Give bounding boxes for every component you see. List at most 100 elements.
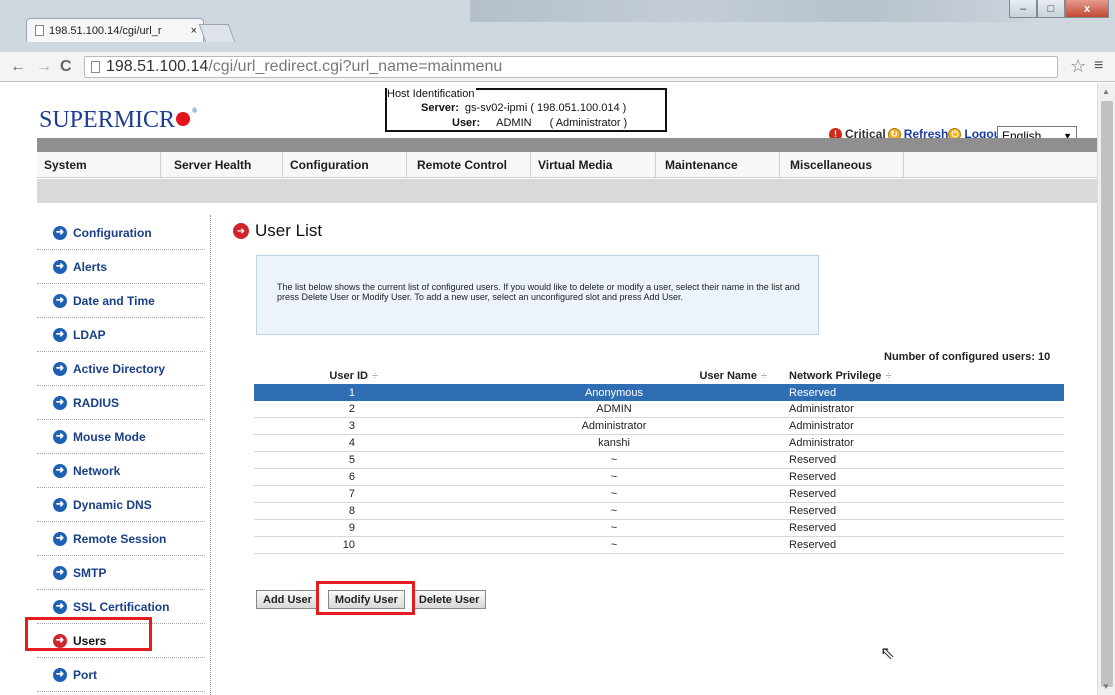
- cell-user-name: kanshi: [598, 437, 630, 449]
- cell-user-name: Administrator: [581, 420, 647, 432]
- col-label: Network Privilege: [789, 370, 882, 382]
- sidebar-item-port[interactable]: ➜ Port: [37, 658, 205, 692]
- tab-title: 198.51.100.14/cgi/url_r: [49, 24, 162, 37]
- arrow-right-icon: ➜: [53, 225, 67, 240]
- nav-band: [37, 138, 1097, 152]
- sidebar-item-label: Configuration: [73, 225, 152, 240]
- sidebar-item-label: Alerts: [73, 259, 108, 274]
- arrow-right-icon: ➜: [53, 565, 67, 580]
- scroll-down-icon[interactable]: ▼: [1102, 682, 1110, 691]
- browser-tab[interactable]: 198.51.100.14/cgi/url_r ×: [26, 18, 204, 42]
- cell-user-name: ~: [610, 488, 618, 500]
- sidebar-item-label: Network: [73, 463, 121, 478]
- scrollbar-thumb[interactable]: [1101, 101, 1113, 687]
- table-row[interactable]: 8 ~ Reserved: [254, 503, 1064, 520]
- logo-dot-icon: [176, 112, 191, 127]
- sort-icon: ÷: [371, 370, 378, 382]
- delete-user-button[interactable]: Delete User: [411, 590, 487, 609]
- sidebar-item-label: Date and Time: [73, 293, 155, 308]
- logo-registered: ®: [192, 107, 198, 115]
- sidebar-item-smtp[interactable]: ➜ SMTP: [37, 556, 205, 590]
- host-legend: Host Identification: [387, 88, 477, 100]
- cell-privilege: Administrator: [789, 420, 854, 432]
- table-row[interactable]: 4 kanshi Administrator: [254, 435, 1064, 452]
- sidebar-item-label: Mouse Mode: [73, 429, 146, 444]
- page-title-text: User List: [255, 221, 323, 240]
- info-text: The list below shows the current list of…: [277, 282, 800, 302]
- arrow-right-icon: ➜: [53, 259, 67, 274]
- minimize-button[interactable]: –: [1009, 0, 1037, 18]
- server-value: gs-sv02-ipmi ( 198.051.100.014 ): [464, 102, 627, 114]
- cell-user-name: ~: [610, 454, 618, 466]
- sidebar-item-alerts[interactable]: ➜ Alerts: [37, 250, 205, 284]
- sidebar-item-network[interactable]: ➜ Network: [37, 454, 205, 488]
- scroll-up-icon[interactable]: ▲: [1102, 87, 1110, 96]
- menu-virtual-media[interactable]: Virtual Media: [531, 152, 656, 178]
- cell-user-id: 7: [348, 488, 355, 500]
- new-tab-button[interactable]: [198, 24, 236, 42]
- host-identification: Host Identification Server: gs-sv02-ipmi…: [385, 88, 667, 132]
- close-window-button[interactable]: x: [1065, 0, 1109, 18]
- table-row[interactable]: 7 ~ Reserved: [254, 486, 1064, 503]
- cell-privilege: Reserved: [789, 386, 837, 399]
- add-user-button[interactable]: Add User: [256, 590, 319, 609]
- col-user-name[interactable]: User Name ÷: [439, 370, 789, 384]
- menu-maintenance[interactable]: Maintenance: [656, 152, 780, 178]
- sidebar-item-ldap[interactable]: ➜ LDAP: [37, 318, 205, 352]
- sidebar-item-mouse-mode[interactable]: ➜ Mouse Mode: [37, 420, 205, 454]
- sort-icon: ÷: [885, 370, 892, 382]
- arrow-right-icon: ➜: [53, 599, 67, 614]
- sidebar-item-dynamic-dns[interactable]: ➜ Dynamic DNS: [37, 488, 205, 522]
- sidebar-item-remote-session[interactable]: ➜ Remote Session: [37, 522, 205, 556]
- col-network-privilege[interactable]: Network Privilege ÷: [789, 370, 1064, 384]
- url-path: /cgi/url_redirect.cgi?url_name=mainmenu: [208, 58, 503, 75]
- menu-remote-control[interactable]: Remote Control: [407, 152, 531, 178]
- address-bar[interactable]: 198.51.100.14/cgi/url_redirect.cgi?url_n…: [84, 56, 1058, 78]
- reload-icon[interactable]: C: [60, 58, 72, 76]
- maximize-button[interactable]: □: [1037, 0, 1065, 18]
- menu-miscellaneous[interactable]: Miscellaneous: [780, 152, 904, 178]
- user-row: User: ADMIN ( Administrator ): [452, 117, 627, 129]
- arrow-right-icon: ➜: [53, 463, 67, 478]
- table-header: User ID ÷ User Name ÷ Network Privilege ÷: [254, 370, 1064, 384]
- cell-user-name: Anonymous: [584, 386, 644, 399]
- main-menu: System Server Health Configuration Remot…: [37, 152, 1097, 178]
- cell-user-name: ~: [610, 471, 618, 483]
- table-row[interactable]: 5 ~ Reserved: [254, 452, 1064, 469]
- menu-server-health[interactable]: Server Health: [161, 152, 283, 178]
- sidebar-item-label: Dynamic DNS: [73, 497, 152, 512]
- bookmark-star-icon[interactable]: ☆: [1070, 56, 1086, 77]
- menu-system[interactable]: System: [37, 152, 161, 178]
- forward-icon[interactable]: →: [36, 58, 52, 76]
- browser-toolbar: ← → C 198.51.100.14/cgi/url_redirect.cgi…: [0, 52, 1115, 82]
- vertical-scrollbar[interactable]: ▲ ▼: [1097, 83, 1115, 695]
- browser-menu-icon[interactable]: ≡: [1094, 57, 1103, 75]
- sidebar-item-label: SSL Certification: [73, 599, 170, 614]
- sidebar-item-label: RADIUS: [73, 395, 120, 410]
- table-row[interactable]: 6 ~ Reserved: [254, 469, 1064, 486]
- arrow-right-icon: ➜: [53, 497, 67, 512]
- arrow-right-icon: ➜: [233, 223, 249, 239]
- table-row[interactable]: 3 Administrator Administrator: [254, 418, 1064, 435]
- back-icon[interactable]: ←: [10, 58, 26, 76]
- sidebar-item-label: LDAP: [73, 327, 106, 342]
- cell-user-id: 2: [348, 403, 355, 415]
- col-user-id[interactable]: User ID ÷: [254, 370, 439, 384]
- sidebar-item-date-and-time[interactable]: ➜ Date and Time: [37, 284, 205, 318]
- table-row[interactable]: 2 ADMIN Administrator: [254, 401, 1064, 418]
- sidebar-item-active-directory[interactable]: ➜ Active Directory: [37, 352, 205, 386]
- mouse-cursor-icon: ⇖: [880, 643, 896, 663]
- table-row[interactable]: 10 ~ Reserved: [254, 537, 1064, 554]
- user-value: ADMIN: [496, 117, 532, 129]
- cell-privilege: Reserved: [789, 471, 837, 483]
- tab-close-icon[interactable]: ×: [191, 25, 197, 37]
- sidebar-item-radius[interactable]: ➜ RADIUS: [37, 386, 205, 420]
- cell-privilege: Reserved: [789, 505, 837, 517]
- sidebar-item-configuration[interactable]: ➜ Configuration: [37, 216, 205, 250]
- table-row[interactable]: 1 Anonymous Reserved: [254, 384, 1064, 401]
- table-row[interactable]: 9 ~ Reserved: [254, 520, 1064, 537]
- arrow-right-icon: ➜: [53, 293, 67, 308]
- cell-privilege: Reserved: [789, 539, 837, 551]
- menu-configuration[interactable]: Configuration: [283, 152, 407, 178]
- cell-user-id: 9: [348, 522, 355, 534]
